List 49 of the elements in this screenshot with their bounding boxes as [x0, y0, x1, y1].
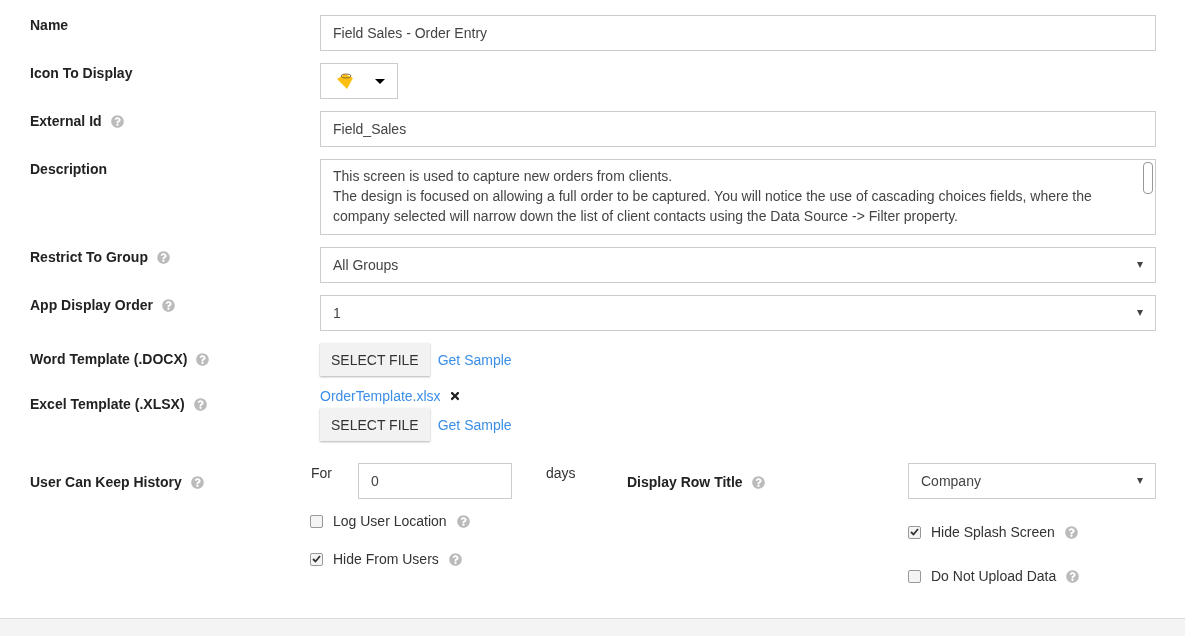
text-field[interactable]: Field Sales - Order Entry: [320, 15, 1156, 51]
checkbox[interactable]: [310, 552, 323, 566]
text-field[interactable]: Field_Sales: [320, 111, 1156, 147]
caret-icon: [1137, 262, 1143, 268]
field-label: User Can Keep History: [30, 474, 182, 490]
description-text: This screen is used to capture new orders from clients.: [333, 167, 674, 186]
help-icon[interactable]: [751, 475, 765, 489]
help-icon[interactable]: [1064, 525, 1078, 539]
select-field[interactable]: All Groups: [320, 247, 1156, 283]
help-icon[interactable]: [1066, 569, 1080, 583]
field-label: Description: [30, 161, 107, 177]
checkbox-label: Log User Location: [333, 513, 447, 529]
field-label: Word Template (.DOCX): [30, 351, 188, 367]
field-label: App Display Order: [30, 297, 153, 313]
for-label: For: [311, 464, 333, 483]
days-field[interactable]: 0: [358, 463, 512, 499]
caret-icon: [1137, 478, 1143, 484]
field-label: Name: [30, 17, 69, 33]
checkbox[interactable]: [310, 514, 323, 528]
select-field[interactable]: Company: [908, 463, 1156, 499]
days-label: days: [546, 464, 577, 483]
help-icon[interactable]: [196, 352, 210, 366]
caret-icon: [1137, 310, 1143, 316]
select-file-button[interactable]: SELECT FILE: [320, 343, 430, 376]
select-field[interactable]: 1: [320, 295, 1156, 331]
help-icon[interactable]: [190, 475, 204, 489]
checkbox-label: Hide From Users: [333, 551, 439, 567]
field-label: Excel Template (.XLSX): [30, 396, 185, 412]
field-label: External Id: [30, 113, 102, 129]
help-icon[interactable]: [193, 397, 207, 411]
scrollbar-thumb[interactable]: [1143, 162, 1153, 194]
select-file-button[interactable]: SELECT FILE: [320, 408, 430, 441]
remove-icon[interactable]: [448, 390, 461, 402]
field-label: Restrict To Group: [30, 249, 148, 265]
checkbox-label: Hide Splash Screen: [931, 524, 1055, 540]
help-icon[interactable]: [161, 298, 175, 312]
checkbox-label: Do Not Upload Data: [931, 568, 1057, 584]
caret-icon: [375, 78, 385, 84]
help-icon[interactable]: [110, 114, 124, 128]
checkbox[interactable]: [908, 569, 921, 583]
help-icon[interactable]: [448, 552, 462, 566]
field-label: Icon To Display: [30, 65, 133, 81]
description-field[interactable]: [320, 159, 1156, 235]
icon-picker[interactable]: [320, 63, 398, 99]
help-icon[interactable]: [156, 250, 170, 264]
help-icon[interactable]: [456, 514, 470, 528]
description-text: The design is focused on allowing a full order to be captured. You will notice the use of cascading choices fields, where the company selected will narrow down the list of client contacts using the Data Source -> Filter property.: [333, 187, 1093, 226]
checkbox[interactable]: [908, 525, 921, 539]
field-label: Display Row Title: [627, 474, 743, 490]
